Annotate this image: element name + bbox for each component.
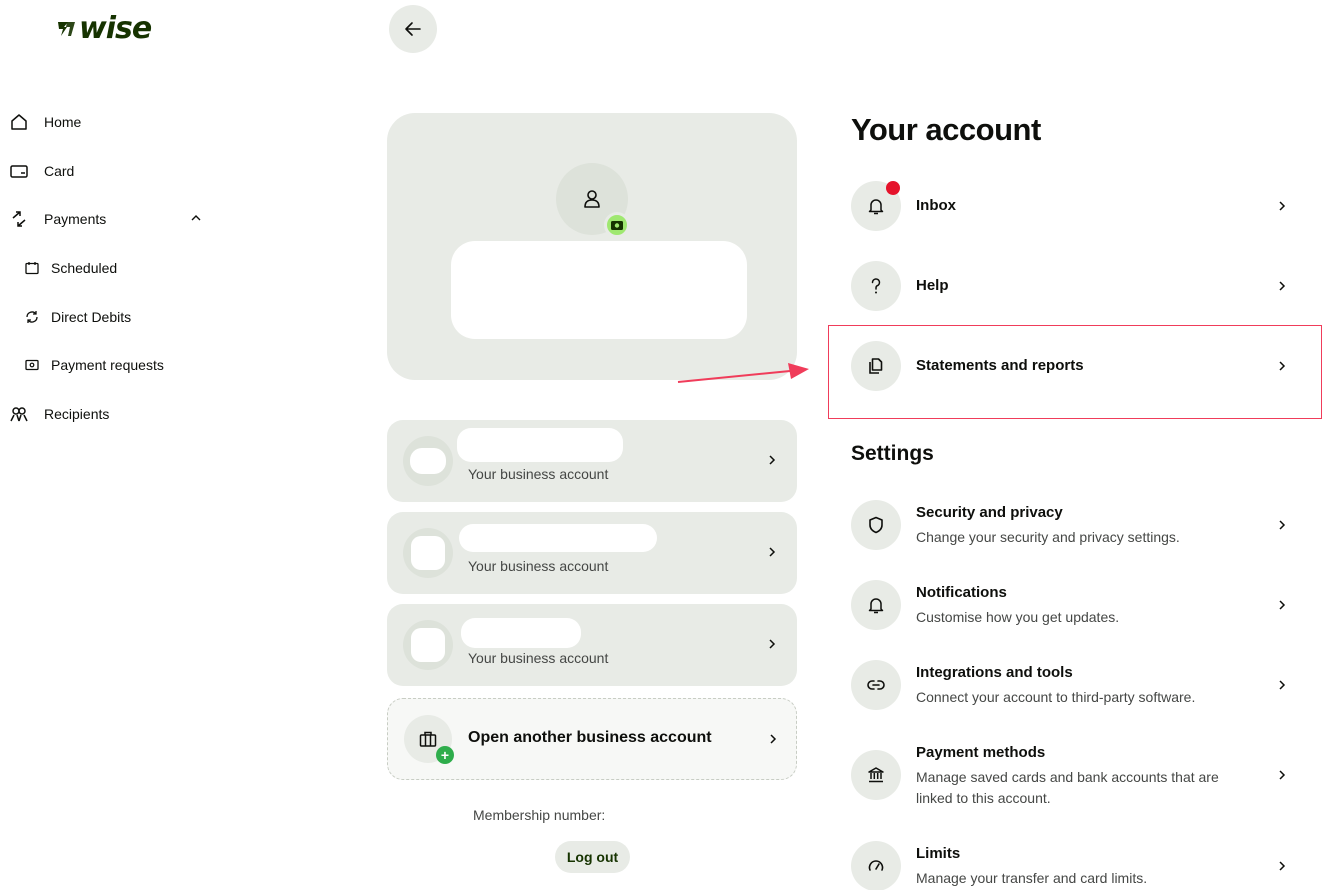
camera-icon	[611, 221, 623, 230]
business-account-card[interactable]: Your business account	[387, 420, 797, 502]
menu-item-description: Customise how you get updates.	[916, 609, 1120, 625]
sidebar-item-home[interactable]: Home	[8, 110, 81, 134]
sidebar-item-recipients[interactable]: Recipients	[8, 402, 109, 426]
documents-icon	[851, 341, 901, 391]
home-icon	[8, 111, 30, 133]
chevron-right-icon	[1279, 520, 1286, 530]
account-name-redacted	[457, 428, 623, 462]
sidebar-item-label: Scheduled	[51, 260, 118, 276]
settings-section-title: Settings	[851, 442, 934, 465]
open-another-account-card[interactable]: + Open another business account	[387, 698, 797, 780]
menu-item-title: Limits	[916, 845, 961, 862]
your-account-title: Your account	[851, 112, 1041, 147]
sidebar-item-label: Home	[44, 114, 82, 130]
menu-item-title: Help	[916, 277, 949, 294]
sidebar-item-label: Payment requests	[51, 357, 164, 373]
request-icon	[23, 356, 41, 374]
menu-item-notifications[interactable]: Notifications Customise how you get upda…	[851, 580, 1291, 630]
open-account-label: Open another business account	[468, 729, 712, 746]
account-avatar	[403, 436, 453, 486]
bank-icon	[851, 750, 901, 800]
chevron-up-icon[interactable]	[188, 210, 204, 226]
payments-icon	[8, 208, 30, 230]
profile-card	[387, 113, 797, 380]
annotation-arrow	[677, 363, 809, 383]
menu-item-title: Payment methods	[916, 744, 1046, 761]
sidebar-item-card[interactable]: Card	[8, 159, 74, 183]
profile-name-redacted	[451, 241, 747, 339]
menu-item-integrations-and-tools[interactable]: Integrations and tools Connect your acco…	[851, 660, 1291, 710]
logo-text: wise	[79, 11, 152, 46]
business-account-card[interactable]: Your business account	[387, 604, 797, 686]
account-name-redacted	[461, 618, 581, 648]
menu-item-description: Connect your account to third-party soft…	[916, 689, 1196, 705]
sidebar-item-scheduled[interactable]: Scheduled	[23, 256, 117, 280]
link-icon	[851, 660, 901, 710]
sidebar-item-label: Payments	[44, 211, 107, 227]
menu-item-title: Notifications	[916, 584, 1007, 601]
chevron-right-icon	[1279, 770, 1286, 780]
business-account-card[interactable]: Your business account	[387, 512, 797, 594]
chevron-right-icon	[769, 639, 776, 649]
account-name-redacted	[459, 524, 657, 552]
gauge-icon	[851, 841, 901, 890]
camera-badge[interactable]	[604, 212, 630, 238]
membership-number-label: Membership number:	[473, 807, 606, 823]
recipients-icon	[8, 403, 30, 425]
question-icon	[851, 261, 901, 311]
refresh-icon	[23, 308, 41, 326]
sidebar-item-label: Recipients	[44, 406, 110, 422]
menu-item-statements-and-reports[interactable]: Statements and reports	[851, 341, 1291, 391]
chevron-right-icon	[770, 734, 777, 744]
menu-item-help[interactable]: Help	[851, 261, 1291, 311]
wise-flag-icon	[58, 22, 75, 36]
sidebar-item-label: Card	[44, 163, 75, 179]
chevron-right-icon	[1279, 680, 1286, 690]
shield-icon	[851, 500, 901, 550]
account-avatar	[403, 528, 453, 578]
wise-logo[interactable]: wise	[56, 11, 152, 46]
menu-item-title: Inbox	[916, 197, 956, 214]
menu-item-title: Statements and reports	[916, 357, 1084, 374]
chevron-right-icon	[1279, 201, 1286, 211]
sidebar-item-label: Direct Debits	[51, 309, 132, 325]
sidebar-item-direct-debits[interactable]: Direct Debits	[23, 305, 131, 329]
sidebar-item-payments[interactable]: Payments	[8, 207, 106, 231]
chevron-right-icon	[1279, 861, 1286, 871]
menu-item-limits[interactable]: Limits Manage your transfer and card lim…	[851, 841, 1291, 890]
bell-icon	[851, 580, 901, 630]
chevron-right-icon	[769, 455, 776, 465]
account-subtitle: Your business account	[468, 650, 609, 666]
menu-item-description: Manage saved cards and bank accounts tha…	[916, 769, 1219, 806]
menu-item-title: Security and privacy	[916, 504, 1063, 521]
user-icon	[584, 190, 600, 208]
card-icon	[8, 160, 30, 182]
menu-item-description: Change your security and privacy setting…	[916, 529, 1180, 545]
menu-item-payment-methods[interactable]: Payment methods Manage saved cards and b…	[851, 740, 1291, 810]
chevron-right-icon	[769, 547, 776, 557]
menu-item-description: Manage your transfer and card limits.	[916, 870, 1148, 886]
notification-dot	[886, 181, 900, 195]
sidebar-item-payment-requests[interactable]: Payment requests	[23, 353, 164, 377]
chevron-right-icon	[1279, 281, 1286, 291]
menu-item-title: Integrations and tools	[916, 664, 1073, 681]
plus-icon: +	[436, 746, 454, 764]
logout-button[interactable]: Log out	[555, 841, 630, 873]
menu-item-security-and-privacy[interactable]: Security and privacy Change your securit…	[851, 500, 1291, 550]
back-button[interactable]	[389, 5, 437, 53]
account-subtitle: Your business account	[468, 558, 609, 574]
chevron-right-icon	[1279, 600, 1286, 610]
calendar-icon	[23, 259, 41, 277]
arrow-left-icon	[405, 22, 421, 36]
account-subtitle: Your business account	[468, 466, 609, 482]
chevron-right-icon	[1279, 361, 1286, 371]
account-avatar	[403, 620, 453, 670]
menu-item-inbox[interactable]: Inbox	[851, 181, 1291, 231]
